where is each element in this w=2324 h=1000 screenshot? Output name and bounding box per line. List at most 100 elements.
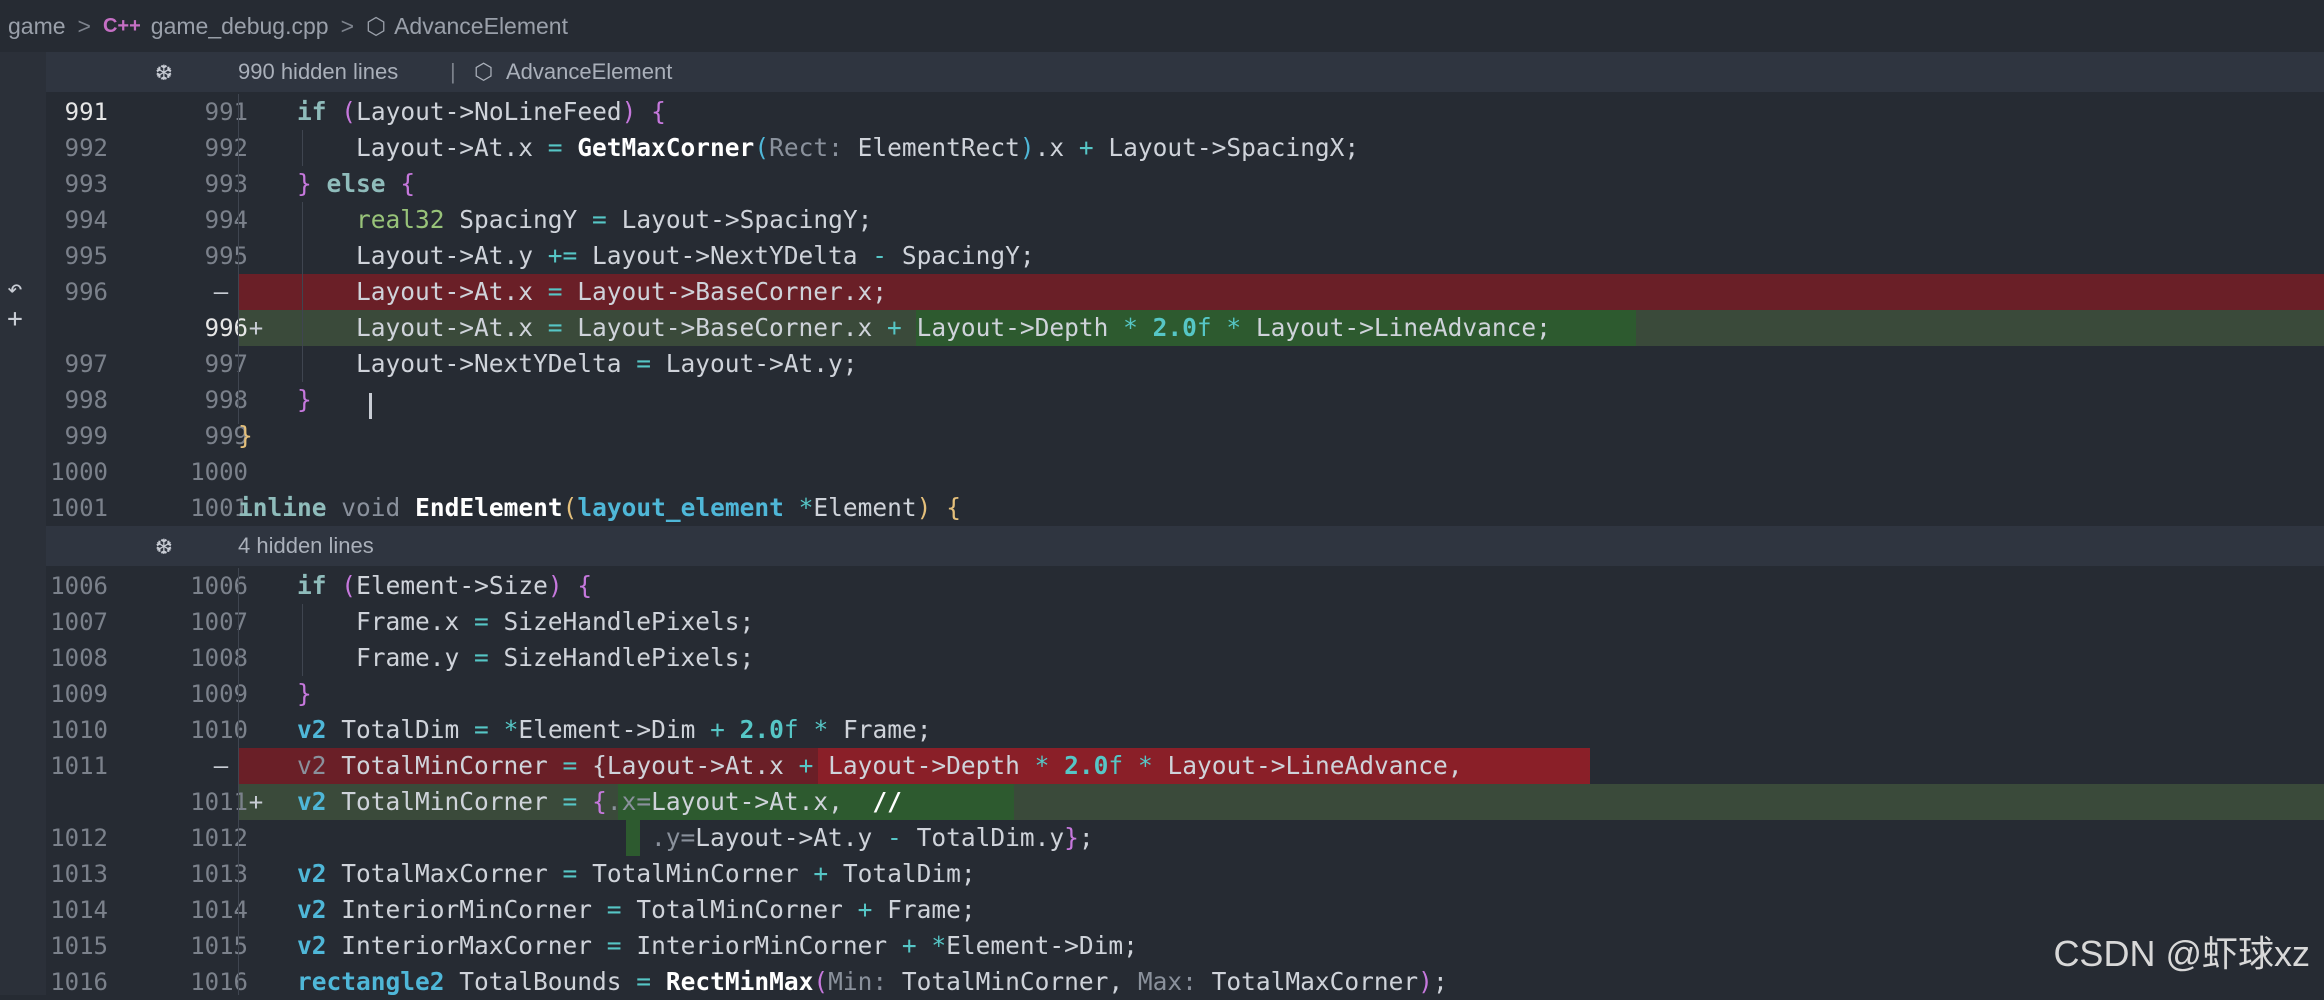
code-text: if (Element->Size) {	[297, 571, 593, 600]
line-number-modified: 1012	[190, 824, 248, 852]
line-number-modified: 1009	[190, 680, 248, 708]
line-number-modified: 992	[204, 134, 248, 162]
left-gutter: ↶ +	[0, 52, 46, 995]
cube-icon: ⬡	[474, 59, 494, 84]
code-text: real32 SpacingY = Layout->SpacingY;	[356, 205, 873, 234]
chevron-right-icon: >	[340, 12, 354, 39]
code-line[interactable]: 1009 1009 }	[46, 676, 2324, 712]
code-text: Layout->At.x = Layout->BaseCorner.x + La…	[238, 313, 1551, 342]
cube-icon: ⬡	[366, 12, 387, 39]
line-number-original: 999	[64, 422, 108, 450]
indent-guide	[302, 604, 303, 676]
code-line[interactable]: 994 994 real32 SpacingY = Layout->Spacin…	[46, 202, 2324, 238]
code-line[interactable]: 999 999 }	[46, 418, 2324, 454]
line-number-modified: 1014	[190, 896, 248, 924]
breadcrumb-item-file[interactable]: game_debug.cpp	[151, 13, 329, 40]
code-text: v2 TotalMinCorner = {Layout->At.x + Layo…	[297, 751, 1463, 780]
code-line[interactable]: 997 997 Layout->NextYDelta = Layout->At.…	[46, 346, 2324, 382]
cpp-file-icon: C++	[102, 14, 141, 37]
code-text: v2 TotalMinCorner = {.x=Layout->At.x, //	[297, 787, 902, 816]
indent-guide	[238, 94, 239, 424]
code-line[interactable]: 1008 1008 Frame.y = SizeHandlePixels;	[46, 640, 2324, 676]
fold-region[interactable]: ❆ 4 hidden lines	[46, 526, 2324, 566]
line-number-modified: 995	[204, 242, 248, 270]
line-number-modified: 993	[204, 170, 248, 198]
line-number-original: 1009	[50, 680, 108, 708]
line-number-original: 996	[64, 278, 108, 306]
line-number-modified: 997	[204, 350, 248, 378]
code-text: Layout->At.x = GetMaxCorner(Rect: Elemen…	[238, 133, 1360, 162]
added-line[interactable]: 1011 + v2 TotalMinCorner = {.x=Layout->A…	[46, 784, 2324, 820]
indent-guide	[238, 568, 239, 995]
line-number-original: 1011	[50, 752, 108, 780]
line-number-modified: 991	[204, 98, 248, 126]
line-number-original: 993	[64, 170, 108, 198]
code-line[interactable]: 991 991 if (Layout->NoLineFeed) {	[46, 94, 2324, 130]
fold-symbol: AdvanceElement	[506, 59, 673, 84]
fold-separator: |	[450, 59, 456, 84]
code-line[interactable]: 1010 1010 v2 TotalDim = *Element->Dim + …	[46, 712, 2324, 748]
line-number-modified: 1010	[190, 716, 248, 744]
code-line[interactable]: 1015 1015 v2 InteriorMaxCorner = Interio…	[46, 928, 2324, 964]
code-text: Frame.x = SizeHandlePixels;	[238, 607, 755, 636]
code-line[interactable]: 1014 1014 v2 InteriorMinCorner = TotalMi…	[46, 892, 2324, 928]
code-text: v2 InteriorMinCorner = TotalMinCorner + …	[297, 895, 976, 924]
line-number-original: 1013	[50, 860, 108, 888]
code-text: Layout->At.y += Layout->NextYDelta - Spa…	[238, 241, 1035, 270]
indent-guide	[302, 130, 303, 166]
breadcrumb-item-symbol[interactable]: AdvanceElement	[394, 13, 568, 40]
fold-label: 990 hidden lines	[238, 59, 399, 84]
code-text: if (Layout->NoLineFeed) {	[297, 97, 666, 126]
fold-label: 4 hidden lines	[238, 533, 374, 558]
revert-icon[interactable]: ↶	[0, 274, 30, 304]
line-number-modified: 998	[204, 386, 248, 414]
line-number-original: 994	[64, 206, 108, 234]
added-line[interactable]: 996 + Layout->At.x = Layout->BaseCorner.…	[46, 310, 2324, 346]
line-number-modified: 1006	[190, 572, 248, 600]
code-line[interactable]: 1006 1006 if (Element->Size) {	[46, 568, 2324, 604]
line-number-modified: 1015	[190, 932, 248, 960]
line-number-modified: 999	[204, 422, 248, 450]
code-line[interactable]: 998 998 }	[46, 382, 2324, 418]
code-line[interactable]: 993 993 } else {	[46, 166, 2324, 202]
line-number-original: 995	[64, 242, 108, 270]
diff-editor[interactable]: ❆ 990 hidden lines | ⬡ AdvanceElement 99…	[46, 52, 2324, 996]
code-text: }	[297, 385, 312, 414]
line-number-modified: 996	[204, 314, 248, 342]
line-number-original: 1001	[50, 494, 108, 522]
unfold-icon[interactable]: ❆	[156, 526, 172, 566]
breadcrumb: game > C++ game_debug.cpp > ⬡ AdvanceEle…	[0, 0, 2324, 52]
line-number-original: 1010	[50, 716, 108, 744]
code-text: } else {	[297, 169, 416, 198]
code-line[interactable]: 1007 1007 Frame.x = SizeHandlePixels;	[46, 604, 2324, 640]
code-line[interactable]: 1013 1013 v2 TotalMaxCorner = TotalMinCo…	[46, 856, 2324, 892]
code-text: inline void EndElement(layout_element *E…	[238, 493, 961, 522]
code-line[interactable]: 1000 1000	[46, 454, 2324, 490]
unfold-icon[interactable]: ❆	[156, 52, 172, 92]
line-number-modified: 1001	[190, 494, 248, 522]
minus-icon: —	[213, 752, 229, 780]
code-text: Frame.y = SizeHandlePixels;	[238, 643, 755, 672]
code-text: v2 TotalDim = *Element->Dim + 2.0f * Fra…	[297, 715, 932, 744]
code-text: }	[297, 679, 312, 708]
line-number-original: 1014	[50, 896, 108, 924]
line-number-modified: 994	[204, 206, 248, 234]
line-number-original: 997	[64, 350, 108, 378]
code-line[interactable]: 992 992 Layout->At.x = GetMaxCorner(Rect…	[46, 130, 2324, 166]
fold-region[interactable]: ❆ 990 hidden lines | ⬡ AdvanceElement	[46, 52, 2324, 92]
line-number-modified: 1000	[190, 458, 248, 486]
code-line[interactable]: 995 995 Layout->At.y += Layout->NextYDel…	[46, 238, 2324, 274]
code-line[interactable]: 1012 1012 .y=Layout->At.y - TotalDim.y};	[46, 820, 2324, 856]
code-text: v2 TotalMaxCorner = TotalMinCorner + Tot…	[297, 859, 976, 888]
indent-guide	[302, 202, 303, 382]
deleted-line[interactable]: 1011 — v2 TotalMinCorner = {Layout->At.x…	[46, 748, 2324, 784]
code-text: }	[238, 421, 253, 450]
code-line[interactable]: 1001 1001 inline void EndElement(layout_…	[46, 490, 2324, 526]
code-text: Layout->NextYDelta = Layout->At.y;	[238, 349, 858, 378]
deleted-line[interactable]: 996 — Layout->At.x = Layout->BaseCorner.…	[46, 274, 2324, 310]
line-number-original: 1012	[50, 824, 108, 852]
breadcrumb-item-folder[interactable]: game	[8, 13, 66, 40]
chevron-right-icon: >	[77, 12, 91, 39]
plus-icon[interactable]: +	[0, 304, 30, 334]
code-text: Layout->At.x = Layout->BaseCorner.x;	[238, 277, 888, 306]
